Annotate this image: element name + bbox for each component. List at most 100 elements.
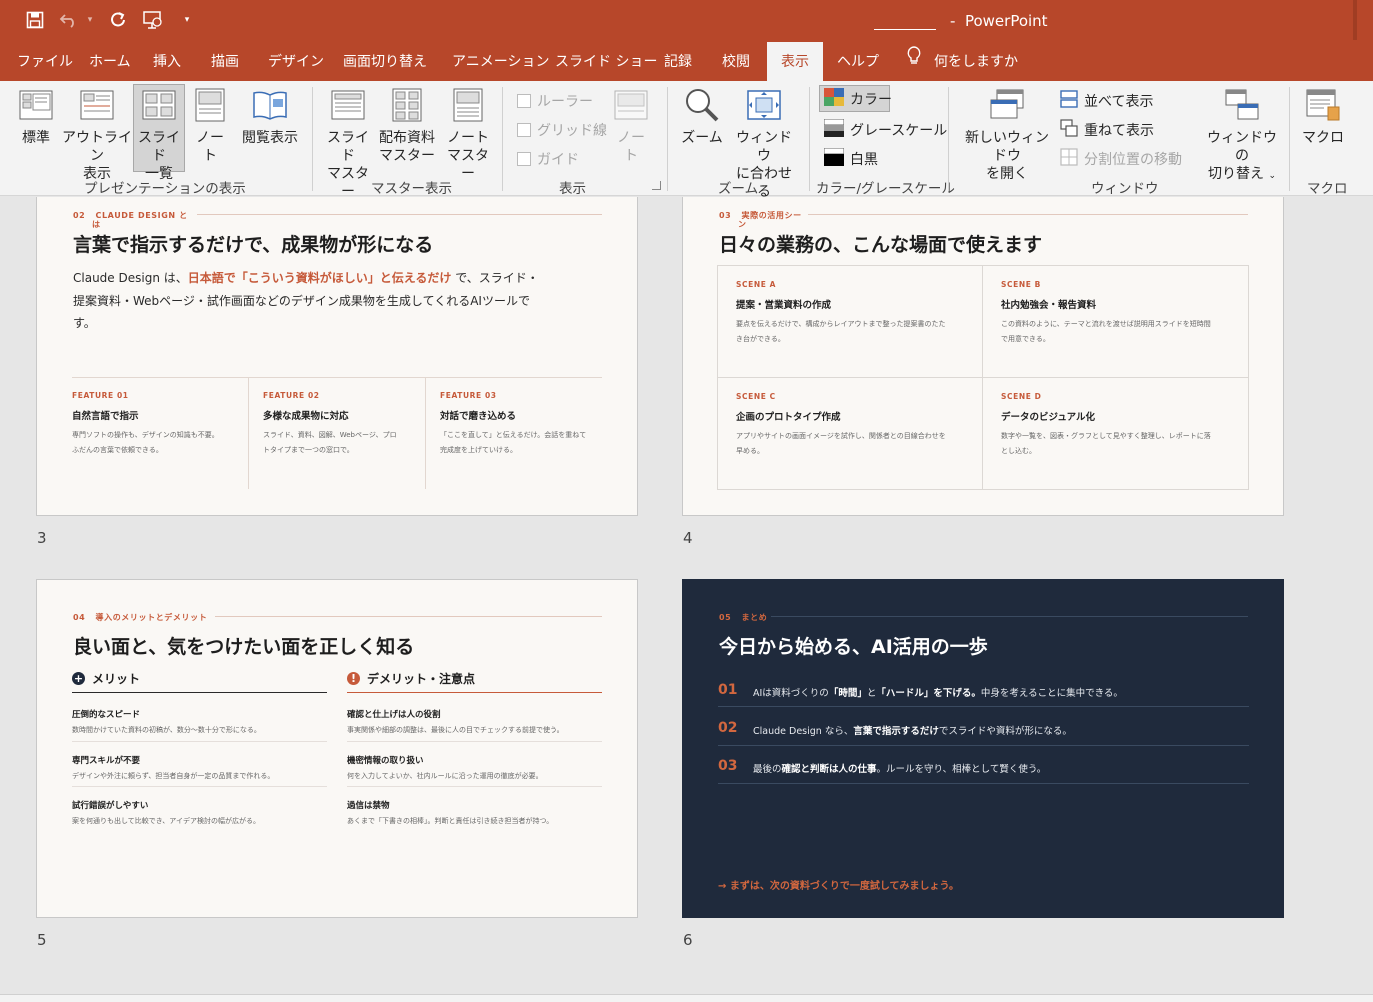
macros-icon bbox=[1305, 85, 1341, 125]
handout-master-button[interactable]: 配布資料 マスター bbox=[376, 85, 438, 165]
eyebrow-rule bbox=[771, 616, 1248, 617]
zoom-label: ズーム bbox=[681, 130, 723, 146]
arrange-all-button[interactable]: 並べて表示 bbox=[1060, 90, 1153, 112]
outline-view-button[interactable]: アウトライン 表示 bbox=[62, 85, 132, 183]
item-rule bbox=[72, 741, 327, 742]
demerit-item: 過信は禁物 あくまで「下書きの相棒」。判断と責任は引き続き担当者が持つ。 bbox=[347, 801, 554, 825]
slide-sorter-label-1: スライド bbox=[138, 130, 180, 164]
feature-card: FEATURE 03 対話で磨き込める 「ここを直して」と伝えるだけ。会話を重ねて… bbox=[440, 391, 587, 454]
new-window-button[interactable]: 新しいウィンドウ を開く bbox=[960, 85, 1054, 183]
group-separator bbox=[809, 87, 810, 191]
tab-help[interactable]: ヘルプ bbox=[835, 42, 881, 81]
slide-thumbnail-3[interactable]: 02 CLAUDE DESIGN と は 言葉で指示するだけで、成果物が形になる… bbox=[36, 197, 638, 516]
slide-thumbnail-5[interactable]: 04 導入のメリットとデメリット 良い面と、気をつけたい面を正しく知る + メリッ… bbox=[36, 579, 638, 918]
guides-checkbox[interactable]: ガイド bbox=[517, 149, 579, 169]
group-label-color: カラー/グレースケール bbox=[816, 181, 955, 197]
present-from-start-icon[interactable] bbox=[140, 9, 166, 31]
save-icon[interactable] bbox=[24, 9, 46, 31]
undo-dropdown-icon[interactable]: ▾ bbox=[84, 9, 96, 31]
move-split-icon bbox=[1060, 148, 1078, 170]
move-split-button[interactable]: 分割位置の移動 bbox=[1060, 148, 1182, 170]
call-to-action: → まずは、次の資料づくりで一度試してみましょう。 bbox=[718, 881, 959, 892]
notes-page-label-1: ノー bbox=[196, 130, 224, 146]
notes-master-icon bbox=[450, 85, 486, 125]
slide-eyebrow: 02 CLAUDE DESIGN と bbox=[73, 211, 188, 220]
tab-animations[interactable]: アニメーション bbox=[450, 42, 551, 81]
step-rule bbox=[718, 706, 1249, 707]
tab-home[interactable]: ホーム bbox=[87, 42, 133, 81]
document-name-field[interactable] bbox=[874, 12, 936, 30]
notes-master-button[interactable]: ノート マスター bbox=[444, 85, 492, 183]
grayscale-button[interactable]: グレースケール bbox=[823, 118, 947, 141]
macros-button[interactable]: マクロ bbox=[1300, 85, 1346, 147]
eyebrow-rule bbox=[808, 214, 1248, 215]
notes-button[interactable]: ノー ト bbox=[612, 85, 650, 165]
slide-eyebrow: 03 実際の活用シー bbox=[719, 211, 802, 220]
tell-me-search[interactable]: 何をしますか bbox=[904, 42, 1020, 81]
normal-view-label: 標準 bbox=[22, 130, 50, 146]
slide-eyebrow-wrap: ン bbox=[738, 220, 747, 229]
reading-view-icon bbox=[252, 85, 288, 125]
outline-view-icon bbox=[79, 85, 115, 125]
group-separator bbox=[312, 87, 313, 191]
slide-thumbnail-6[interactable]: 05 まとめ 今日から始める、AI活用の一歩 01 AIは資料づくりの「時間」と… bbox=[682, 579, 1284, 918]
customize-qat-icon[interactable]: ▾ bbox=[180, 9, 194, 31]
dialog-launcher-icon[interactable] bbox=[652, 181, 661, 190]
notes-page-button[interactable]: ノー ト bbox=[190, 85, 230, 165]
tab-transitions[interactable]: 画面切り替え bbox=[341, 42, 429, 81]
item-rule bbox=[347, 741, 602, 742]
color-icon bbox=[824, 87, 844, 110]
cascade-button[interactable]: 重ねて表示 bbox=[1060, 119, 1154, 141]
black-white-icon bbox=[823, 147, 845, 170]
notes-label-2: ト bbox=[624, 148, 638, 164]
slide-master-button[interactable]: スライド マスター bbox=[324, 85, 372, 201]
ruler-checkbox[interactable]: ルーラー bbox=[517, 91, 593, 111]
feature-rule bbox=[72, 377, 602, 378]
slide-sorter-button[interactable]: スライド 一覧 bbox=[133, 84, 185, 182]
outline-view-label-1: アウトライン bbox=[62, 130, 132, 164]
grayscale-icon bbox=[823, 118, 845, 141]
reading-view-button[interactable]: 閲覧表示 bbox=[238, 85, 302, 147]
chevron-down-icon: ⌄ bbox=[1268, 171, 1276, 181]
slide-thumbnail-4[interactable]: 03 実際の活用シー ン 日々の業務の、こんな場面で使えます SCENE A 提案… bbox=[682, 197, 1284, 516]
magnifier-icon bbox=[684, 85, 720, 125]
black-white-button[interactable]: 白黒 bbox=[823, 147, 878, 170]
tab-record[interactable]: 記録 bbox=[662, 42, 694, 81]
gridlines-checkbox[interactable]: グリッド線 bbox=[517, 120, 607, 140]
demerits-rule bbox=[347, 692, 602, 693]
ribbon-tabs: ファイル ホーム 挿入 描画 デザイン 画面切り替え アニメーション スライド … bbox=[0, 42, 1373, 81]
notes-master-label-1: ノート bbox=[447, 130, 489, 146]
tab-view[interactable]: 表示 bbox=[767, 42, 823, 81]
scene-grid: SCENE A 提案・営業資料の作成 要点を伝えるだけで、構成からレイアウトまで整っ… bbox=[717, 265, 1249, 490]
window-edge bbox=[1349, 0, 1369, 42]
notes-page-icon bbox=[192, 85, 228, 125]
tab-review[interactable]: 校閲 bbox=[720, 42, 752, 81]
merit-item: 試行錯誤がしやすい 案を何通りも出して比較でき、アイデア検討の幅が広がる。 bbox=[72, 801, 260, 825]
slide-body: Claude Design は、日本語で「こういう資料がほしい」と伝えるだけ で… bbox=[73, 271, 539, 330]
tab-draw[interactable]: 描画 bbox=[209, 42, 241, 81]
normal-view-button[interactable]: 標準 bbox=[14, 85, 58, 147]
feature-divider bbox=[425, 377, 426, 489]
color-button[interactable]: カラー bbox=[819, 85, 892, 112]
tab-file[interactable]: ファイル bbox=[15, 42, 75, 81]
plus-icon: + bbox=[72, 672, 85, 685]
scene-card: SCENE A 提案・営業資料の作成 要点を伝えるだけで、構成からレイアウトまで整っ… bbox=[718, 266, 983, 378]
merits-rule bbox=[72, 692, 327, 693]
tab-design[interactable]: デザイン bbox=[266, 42, 326, 81]
step-number: 03 bbox=[718, 758, 738, 774]
scene-card: SCENE B 社内勉強会・報告資料 この資料のように、テーマと流れを渡せば説明用ス… bbox=[983, 266, 1248, 378]
undo-icon[interactable] bbox=[58, 9, 80, 31]
zoom-button[interactable]: ズーム bbox=[680, 85, 724, 147]
redo-icon[interactable] bbox=[106, 9, 130, 31]
step-number: 02 bbox=[718, 720, 738, 736]
demerits-header: ! デメリット・注意点 bbox=[347, 670, 475, 687]
switch-windows-label-2: 切り替え ⌄ bbox=[1208, 166, 1276, 182]
slide-title: 今日から始める、AI活用の一歩 bbox=[719, 636, 988, 658]
tab-insert[interactable]: 挿入 bbox=[151, 42, 183, 81]
group-separator bbox=[948, 87, 949, 191]
normal-view-icon bbox=[18, 85, 54, 125]
app-title: - PowerPoint bbox=[950, 12, 1048, 30]
switch-windows-button[interactable]: ウィンドウの 切り替え ⌄ bbox=[1206, 85, 1278, 185]
tab-slideshow[interactable]: スライド ショー bbox=[553, 42, 659, 81]
item-rule bbox=[72, 786, 327, 787]
